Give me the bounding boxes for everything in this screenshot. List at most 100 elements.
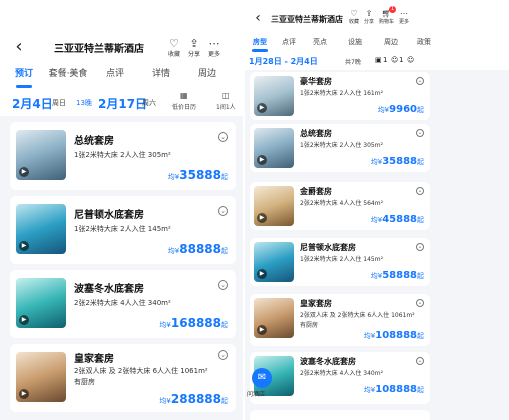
nights-count: 共7晚 — [345, 59, 361, 66]
room-name: 波塞冬水底套房 — [74, 284, 144, 295]
video-play-icon: ▶ — [257, 213, 267, 223]
cart-button[interactable]: 🛒︎ 购物车 1 — [379, 6, 397, 25]
chevron-down-icon[interactable]: ⌄ — [416, 299, 424, 307]
ask-hotel-button[interactable]: ✉ — [252, 368, 272, 388]
room-photo[interactable]: ▶ — [254, 76, 294, 116]
calendar-icon[interactable]: ▦ — [180, 91, 188, 100]
more-icon: ⋯ — [208, 37, 220, 50]
guests-count[interactable]: 1 — [399, 56, 403, 64]
checkout-date[interactable]: 2月17日 — [98, 95, 147, 112]
tab-policy[interactable]: 政策 — [409, 34, 439, 52]
share-button[interactable]: ⇪ 分享 — [188, 38, 200, 58]
room-name: 豪华套房 — [300, 77, 332, 86]
room-price: 均¥168888起 — [159, 316, 228, 330]
room-photo[interactable]: ▶ — [254, 128, 294, 168]
chevron-down-icon[interactable]: ⌄ — [416, 243, 424, 251]
child-icon[interactable]: ☺ — [407, 56, 414, 64]
room-photo[interactable]: ▶ — [16, 352, 66, 402]
room-card[interactable]: ▶ 总统套房 ⌄ 1张2米特大床 2人入住 305m² 均¥35888起 — [10, 122, 236, 190]
room-card[interactable]: ▶ 尼普顿水底套房 ⌄ 1张2米特大床 2人入住 145m² 均¥58888起 — [250, 238, 430, 286]
room-card[interactable]: ▶ 皇家套房 ⌄ 2张双人床 及 2张特大床 6人入住 1061m² 有厨房 均… — [10, 344, 236, 412]
chevron-down-icon[interactable]: ⌄ — [416, 129, 424, 137]
room-name: 尼普顿水底套房 — [74, 210, 144, 221]
cart-badge: 1 — [389, 6, 397, 13]
video-play-icon: ▶ — [257, 155, 267, 165]
room-info: 2张2米特大床 4人入住 564m² — [300, 200, 383, 207]
tab-nearby[interactable]: 周边 — [373, 34, 409, 52]
tab-facilities[interactable]: 设施 — [337, 34, 373, 52]
heart-icon: ♡ — [350, 9, 358, 18]
chevron-down-icon[interactable]: ⌄ — [416, 187, 424, 195]
room-card[interactable]: 波塞冬水底套房 ⌄ 2张2米特大床 4人入住 340m² 均¥108888起 — [250, 352, 430, 404]
chevron-down-icon[interactable]: ⌄ — [218, 350, 228, 360]
tab-reviews[interactable]: 点评 — [275, 34, 303, 52]
room-info: 1张2米特大床 2人入住 145m² — [300, 256, 383, 263]
share-button[interactable]: ⇪ 分享 — [364, 10, 374, 26]
room-card[interactable]: ▶ 豪华套房 ⌄ 1张2米特大床 2人入住 161m² 均¥9960起 — [250, 72, 430, 120]
room-name: 尼普顿水底套房 — [300, 243, 356, 252]
room-price: 均¥45888起 — [370, 214, 424, 225]
favorite-button[interactable]: ♡ 收藏 — [349, 9, 359, 26]
room-name: 皇家套房 — [300, 299, 332, 308]
video-play-icon: ▶ — [19, 241, 29, 251]
tab-details[interactable]: 详情 — [136, 62, 186, 88]
date-range[interactable]: 1月28日 - 2月4日 — [249, 56, 318, 67]
back-icon[interactable]: ‹ — [10, 36, 28, 57]
room-price: 均¥9960起 — [377, 104, 424, 115]
tab-reviews[interactable]: 点评 — [94, 62, 136, 88]
favorite-button[interactable]: ♡ 收藏 — [168, 38, 180, 58]
room-name: 金爵套房 — [300, 187, 332, 196]
room-price: 均¥35888起 — [370, 156, 424, 167]
room-info: 2张双人床 及 2张特大床 6人入住 1061m² — [74, 367, 208, 375]
tab-room-types[interactable]: 房型 — [245, 34, 275, 52]
price-calendar-label[interactable]: 低价日历 — [172, 102, 196, 111]
guests-label[interactable]: 1间1人 — [216, 102, 236, 111]
room-photo[interactable]: ▶ — [16, 278, 66, 328]
back-icon[interactable]: ‹ — [249, 10, 267, 26]
tab-highlights[interactable]: 亮点 — [303, 34, 337, 52]
room-price: 均¥108888起 — [363, 330, 424, 341]
chevron-down-icon[interactable]: ⌄ — [218, 280, 228, 290]
guest-icon: ☺ — [391, 56, 399, 64]
room-card[interactable]: ▶ 金爵套房 ⌄ 2张2米特大床 4人入住 564m² 均¥45888起 — [250, 182, 430, 230]
guests-icon[interactable]: ◫ — [222, 91, 230, 100]
tab-nearby[interactable]: 周边 — [186, 62, 228, 88]
video-play-icon: ▶ — [257, 325, 267, 335]
tab-booking[interactable]: 预订 — [6, 62, 42, 88]
left-tab-bar: 预订 套餐·美食 点评 详情 周边 — [0, 62, 243, 88]
chevron-down-icon[interactable]: ⌄ — [218, 206, 228, 216]
video-play-icon: ▶ — [19, 167, 29, 177]
heart-icon: ♡ — [169, 37, 179, 50]
room-info: 2张双人床 及 2张特大床 6人入住 1061m² — [300, 312, 415, 319]
rooms-icon: ▣ — [375, 56, 382, 64]
left-header: ‹ 三亚亚特兰蒂斯酒店 ♡ 收藏 ⇪ 分享 ⋯ 更多 — [0, 0, 243, 62]
left-date-bar: 2月4日 周日 13晚 2月17日 周六 ▦ 低价日历 ◫ 1间1人 — [0, 88, 243, 116]
room-extra: 有厨房 — [74, 378, 95, 386]
more-button[interactable]: ⋯ 更多 — [208, 38, 220, 58]
room-extra: 有厨房 — [300, 322, 319, 329]
checkin-weekday: 周日 — [52, 99, 66, 107]
room-info: 1张2米特大床 2人入住 161m² — [300, 90, 383, 97]
room-card[interactable]: ▶ 尼普顿水底套房 ⌄ 1张2米特大床 2人入住 145m² 均¥88888起 — [10, 196, 236, 264]
right-screen: ‹ 三亚亚特兰蒂斯酒店 ♡ 收藏 ⇪ 分享 🛒︎ 购物车 1 ⋯ 更多 房型 点… — [245, 0, 509, 420]
checkin-date[interactable]: 2月4日 — [12, 95, 53, 112]
room-photo[interactable]: ▶ — [254, 186, 294, 226]
more-button[interactable]: ⋯ 更多 — [399, 10, 409, 26]
chevron-down-icon[interactable]: ⌄ — [416, 357, 424, 365]
room-card[interactable]: ▶ 皇家套房 ⌄ 2张双人床 及 2张特大床 6人入住 1061m² 有厨房 均… — [250, 294, 430, 346]
rooms-count[interactable]: 1 — [383, 56, 387, 64]
room-card[interactable]: ▶ 总统套房 ⌄ 1张2米特大床 2人入住 305m² 均¥35888起 — [250, 124, 430, 172]
room-card[interactable]: ▶ 波塞冬水底套房 ⌄ 2张2米特大床 4人入住 340m² 均¥168888起 — [10, 270, 236, 338]
video-play-icon: ▶ — [19, 315, 29, 325]
chevron-down-icon[interactable]: ⌄ — [416, 77, 424, 85]
chat-icon: ✉ — [257, 372, 267, 383]
room-photo[interactable]: ▶ — [16, 204, 66, 254]
room-photo[interactable]: ▶ — [254, 298, 294, 338]
room-info: 1张2米特大床 2人入住 145m² — [74, 225, 171, 233]
room-info: 2张2米特大床 4人入住 340m² — [74, 299, 171, 307]
room-photo[interactable]: ▶ — [16, 130, 66, 180]
room-name: 皇家套房 — [74, 354, 114, 365]
room-photo[interactable]: ▶ — [254, 242, 294, 282]
tab-package-food[interactable]: 套餐·美食 — [42, 62, 94, 88]
chevron-down-icon[interactable]: ⌄ — [218, 132, 228, 142]
